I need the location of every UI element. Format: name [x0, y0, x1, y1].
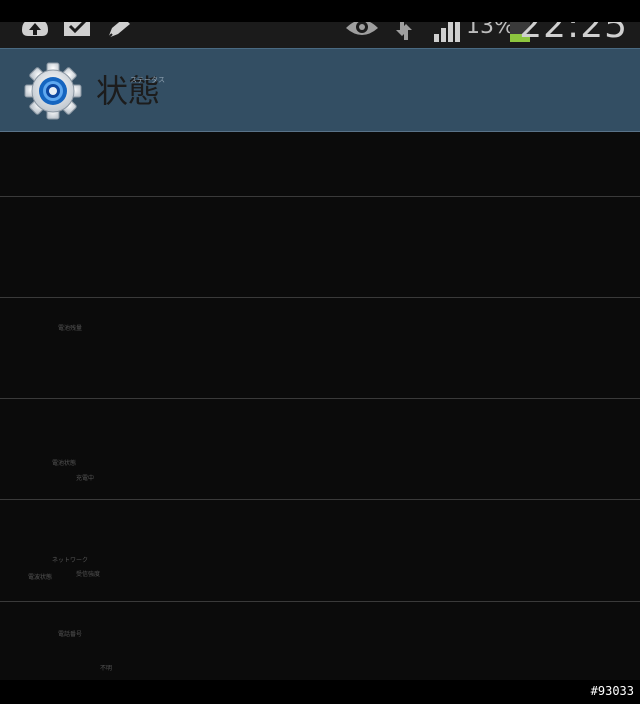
list-item-sub2: 受信強度	[76, 571, 101, 578]
list-item[interactable]: 電池状態 充電中	[0, 399, 640, 500]
status-bar: 13% 22:25	[0, 22, 640, 48]
list-item-label: 電池残量	[58, 325, 83, 332]
status-bar-top-strip	[0, 0, 640, 22]
data-transfer-icon	[396, 22, 412, 40]
list-item-label: 電波状態	[28, 574, 53, 581]
upload-icon	[22, 22, 48, 36]
action-bar: 状態 ステータス	[0, 48, 640, 132]
list-item-label: 電話番号	[58, 631, 83, 638]
page-title-caption: ステータス	[130, 76, 165, 84]
list-item-label: 電池状態	[52, 460, 77, 467]
list-item[interactable]	[0, 132, 640, 197]
settings-gear-icon[interactable]	[24, 62, 82, 120]
checkbox-icon	[64, 22, 90, 36]
list-item-sub1: ネットワーク	[52, 557, 89, 564]
list-item-value: 充電中	[76, 475, 95, 482]
status-list: 電池残量 電池状態 充電中 電波状態 ネットワーク 受信強度 電話番号 不明	[0, 132, 640, 680]
eye-icon	[346, 22, 378, 35]
edit-icon	[107, 22, 130, 39]
bottom-bar: #93033	[0, 680, 640, 704]
list-item[interactable]	[0, 197, 640, 298]
list-item[interactable]: 電話番号 不明	[0, 602, 640, 680]
screen: 13% 22:25 状態 ステータス 電池残量 電池状態 充電中 電波状態 ネッ…	[0, 0, 640, 704]
signal-icon	[434, 22, 460, 42]
list-item[interactable]: 電池残量	[0, 298, 640, 399]
clock: 22:25	[519, 22, 628, 46]
list-item[interactable]: 電波状態 ネットワーク 受信強度	[0, 500, 640, 602]
watermark: #93033	[590, 684, 634, 698]
list-item-value: 不明	[100, 665, 113, 672]
